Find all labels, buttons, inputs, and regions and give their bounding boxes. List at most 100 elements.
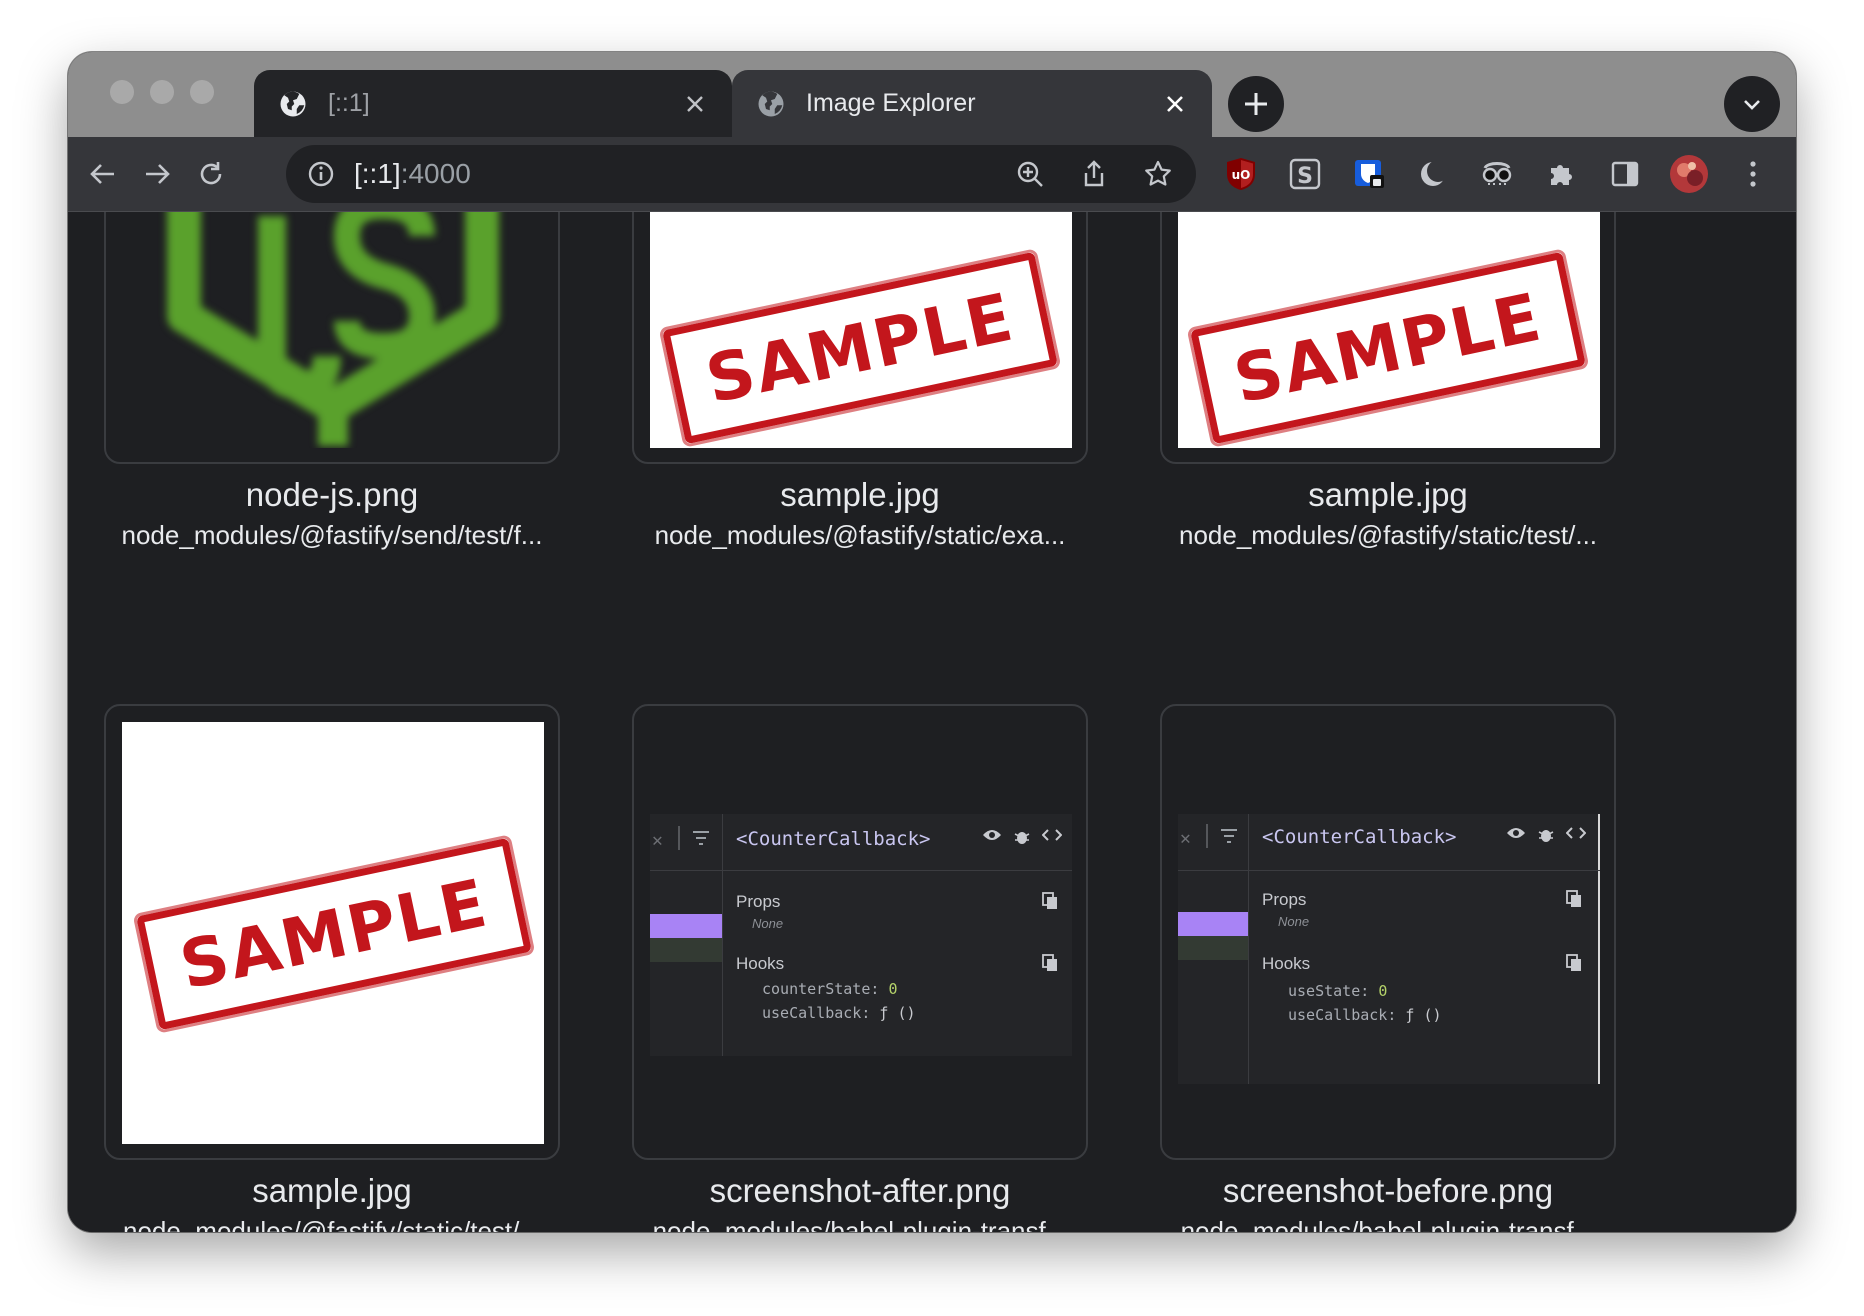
eye-icon — [983, 830, 1001, 840]
zoom-in-icon — [1017, 161, 1043, 187]
tab-localhost[interactable]: [::1] — [254, 70, 732, 137]
image-card[interactable]: SAMPLE — [1160, 212, 1616, 464]
image-path: node_modules/@fastify/static/test/... — [1178, 520, 1598, 550]
image-path: node_modules/@fastify/send/test/f... — [121, 520, 543, 550]
moon-icon — [1421, 160, 1449, 186]
glasses-extension[interactable] — [1476, 153, 1518, 195]
tree-row — [650, 938, 722, 962]
filter-icon — [693, 831, 709, 845]
share-button[interactable] — [1078, 158, 1110, 190]
chevron-down-icon — [1744, 100, 1760, 110]
image-path: node_modules/@fastify/static/test/... — [122, 1216, 542, 1232]
more-vertical-icon — [1750, 161, 1756, 187]
url-host: [::1] — [354, 158, 401, 189]
puzzle-icon — [1551, 165, 1572, 185]
svg-text:uO: uO — [1232, 168, 1251, 182]
tab-image-explorer[interactable]: Image Explorer — [732, 70, 1212, 137]
window-controls — [110, 80, 214, 104]
tab-close-button[interactable] — [680, 89, 710, 119]
globe-icon — [758, 91, 784, 116]
image-name: sample.jpg — [252, 1172, 412, 1209]
close-icon: ✕ — [1180, 828, 1191, 849]
thumbnail-sample: SAMPLE — [650, 212, 1072, 448]
browser-menu-button[interactable] — [1732, 153, 1774, 195]
share-icon — [1084, 160, 1104, 187]
ublock-shield-icon: uO — [1227, 158, 1255, 190]
image-name: screenshot-after.png — [709, 1172, 1011, 1209]
image-name: sample.jpg — [780, 476, 940, 513]
close-icon: ✕ — [652, 830, 663, 851]
zoom-window-button[interactable] — [190, 80, 214, 104]
thumbnail-sample: SAMPLE — [1178, 212, 1600, 448]
bug-icon — [1014, 832, 1030, 844]
thumbnail-node-js — [122, 212, 544, 448]
address-bar[interactable]: [::1]:4000 — [286, 145, 1196, 203]
component-name: <CounterCallback> — [736, 828, 931, 850]
props-label: Props — [736, 892, 781, 911]
password-manager-icon — [1355, 160, 1384, 188]
thumbnail-screenshot-before: ✕ <CounterCallback> Props None Hooks use… — [1178, 722, 1600, 1144]
image-name: screenshot-before.png — [1222, 1172, 1554, 1209]
component-name: <CounterCallback> — [1262, 826, 1457, 848]
image-path: node_modules/@fastify/static/exa... — [654, 520, 1066, 550]
minimize-window-button[interactable] — [150, 80, 174, 104]
reload-button[interactable] — [190, 153, 232, 195]
image-card[interactable]: ✕ <CounterCallback> Props None Hooks — [1160, 704, 1616, 1160]
hook-row: useState: 0 — [1288, 982, 1388, 1000]
ublock-extension[interactable]: uO — [1220, 153, 1262, 195]
url-text: [::1]:4000 — [354, 158, 471, 190]
reload-icon — [200, 162, 222, 185]
forward-button[interactable] — [136, 153, 178, 195]
image-explorer-page: node-js.png node_modules/@fastify/send/t… — [68, 212, 1796, 1232]
svg-text:S: S — [1297, 164, 1313, 189]
copy-icon — [1042, 954, 1057, 971]
close-window-button[interactable] — [110, 80, 134, 104]
image-card[interactable] — [104, 212, 560, 464]
back-button[interactable] — [82, 153, 124, 195]
avatar — [1670, 155, 1708, 193]
extensions-button[interactable] — [1540, 153, 1582, 195]
browser-window: [::1] Image Explorer [::1]:4000 uO S nod… — [68, 52, 1796, 1232]
hook-row: counterState: 0 — [762, 980, 898, 998]
profile-button[interactable] — [1668, 153, 1710, 195]
bookmark-button[interactable] — [1142, 158, 1174, 190]
forward-arrow-icon — [146, 164, 170, 184]
image-name: node-js.png — [245, 476, 419, 513]
copy-icon — [1042, 892, 1057, 909]
new-tab-button[interactable] — [1228, 76, 1284, 132]
hooks-label: Hooks — [1262, 954, 1311, 973]
image-card[interactable]: SAMPLE — [632, 212, 1088, 464]
dark-reader-extension[interactable] — [1412, 153, 1454, 195]
code-icon — [1566, 827, 1586, 839]
image-path: node_modules/babel-plugin-transf... — [652, 1216, 1068, 1232]
image-name: sample.jpg — [1308, 476, 1468, 513]
globe-icon — [280, 91, 306, 116]
copy-icon — [1566, 954, 1581, 971]
zoom-button[interactable] — [1014, 158, 1046, 190]
url-port: :4000 — [400, 158, 471, 189]
glasses-icon — [1482, 162, 1512, 185]
image-card[interactable]: SAMPLE — [104, 704, 560, 1160]
thumbnail-screenshot-after: ✕ <CounterCallback> Props None Hooks cou… — [650, 722, 1072, 1144]
props-label: Props — [1262, 890, 1307, 909]
bitwarden-extension[interactable] — [1348, 153, 1390, 195]
info-icon[interactable] — [306, 159, 336, 189]
s-extension[interactable]: S — [1284, 153, 1326, 195]
tab-search-button[interactable] — [1724, 76, 1780, 132]
side-panel-button[interactable] — [1604, 153, 1646, 195]
back-arrow-icon — [90, 164, 114, 184]
close-icon — [687, 95, 703, 112]
code-icon — [1042, 829, 1062, 841]
tab-title: Image Explorer — [806, 89, 976, 117]
hooks-label: Hooks — [736, 954, 785, 973]
devtools-screenshot: ✕ <CounterCallback> Props None Hooks — [650, 814, 1072, 1056]
thumbnail-sample: SAMPLE — [122, 722, 544, 1144]
tab-close-button[interactable] — [1160, 89, 1190, 119]
browser-toolbar: [::1]:4000 uO S — [68, 137, 1796, 212]
filter-icon — [1221, 829, 1237, 843]
eye-icon — [1507, 828, 1525, 838]
image-card[interactable]: ✕ <CounterCallback> Props None Hooks — [632, 704, 1088, 1160]
hook-row: useCallback: ƒ () — [762, 1004, 916, 1022]
star-icon — [1145, 160, 1171, 186]
close-icon — [1167, 95, 1183, 112]
